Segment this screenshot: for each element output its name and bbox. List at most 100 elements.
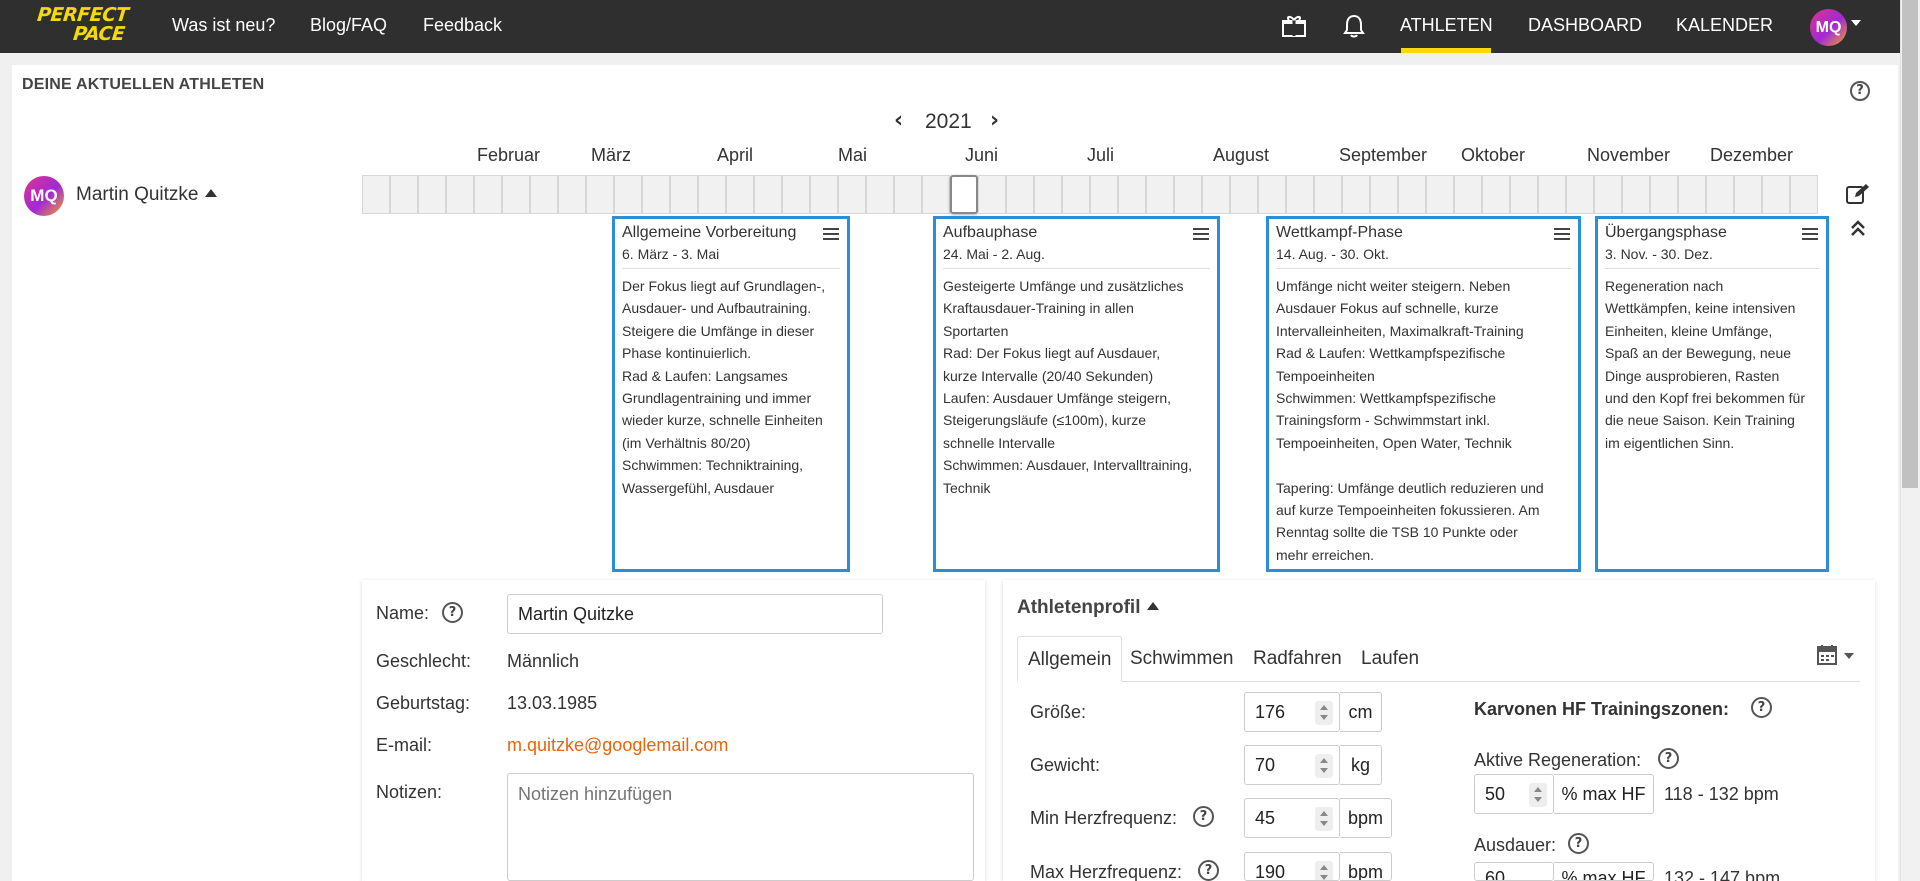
stepper-icon[interactable]: [1529, 783, 1547, 807]
week-cell[interactable]: [1034, 175, 1062, 214]
week-cell[interactable]: [726, 175, 754, 214]
week-cell[interactable]: [1090, 175, 1118, 214]
phase-card[interactable]: Übergangsphase 3. Nov. - 30. Dez. Regene…: [1595, 216, 1829, 572]
week-cell[interactable]: [586, 175, 614, 214]
notes-textarea[interactable]: [507, 773, 974, 881]
calendar-icon[interactable]: [1816, 644, 1840, 666]
week-cell[interactable]: [642, 175, 670, 214]
week-cell[interactable]: [1594, 175, 1622, 214]
perfect-pace-logo[interactable]: PERFECT PACE: [34, 4, 138, 48]
week-cell[interactable]: [1342, 175, 1370, 214]
week-cell[interactable]: [530, 175, 558, 214]
week-cell[interactable]: [362, 175, 390, 214]
week-cell[interactable]: [1258, 175, 1286, 214]
help-icon[interactable]: ?: [1193, 806, 1214, 827]
height-input[interactable]: 176: [1244, 692, 1340, 732]
week-cell[interactable]: [1174, 175, 1202, 214]
weight-input[interactable]: 70: [1244, 745, 1340, 785]
week-cell[interactable]: [754, 175, 782, 214]
nav-whats-new[interactable]: Was ist neu?: [172, 0, 275, 53]
week-cell[interactable]: [698, 175, 726, 214]
week-cell[interactable]: [1370, 175, 1398, 214]
help-icon[interactable]: ?: [1850, 81, 1870, 101]
week-cell[interactable]: [838, 175, 866, 214]
week-cell[interactable]: [978, 175, 1006, 214]
week-cell[interactable]: [1146, 175, 1174, 214]
athlete-avatar[interactable]: MQ: [24, 176, 64, 216]
stepper-icon[interactable]: [1315, 861, 1333, 880]
collapse-icon[interactable]: [1850, 220, 1866, 238]
week-cell[interactable]: [1230, 175, 1258, 214]
week-cell[interactable]: [1314, 175, 1342, 214]
nav-blog-faq[interactable]: Blog/FAQ: [310, 0, 387, 53]
week-cell[interactable]: [810, 175, 838, 214]
tab-allgemein[interactable]: Allgemein: [1017, 636, 1123, 682]
week-cell[interactable]: [1622, 175, 1650, 214]
min-hr-input[interactable]: 45: [1244, 798, 1340, 838]
tab-laufen[interactable]: Laufen: [1351, 636, 1429, 682]
help-icon[interactable]: ?: [1198, 860, 1219, 881]
week-cell[interactable]: [418, 175, 446, 214]
name-input[interactable]: [507, 594, 883, 634]
week-cell[interactable]: [1510, 175, 1538, 214]
zone-input[interactable]: 50: [1474, 774, 1554, 814]
stepper-icon[interactable]: [1315, 754, 1333, 778]
bell-icon[interactable]: [1343, 14, 1365, 38]
gift-icon[interactable]: [1281, 15, 1307, 37]
help-icon[interactable]: ?: [1568, 833, 1589, 854]
week-cell[interactable]: [558, 175, 586, 214]
week-cell[interactable]: [1706, 175, 1734, 214]
nav-athleten[interactable]: ATHLETEN: [1400, 0, 1493, 53]
week-cell[interactable]: [1118, 175, 1146, 214]
week-cell[interactable]: [866, 175, 894, 214]
week-cell[interactable]: [1650, 175, 1678, 214]
phase-card[interactable]: Allgemeine Vorbereitung 6. März - 3. Mai…: [612, 216, 850, 572]
week-cell[interactable]: [1454, 175, 1482, 214]
phase-card[interactable]: Wettkampf-Phase 14. Aug. - 30. Okt. Umfä…: [1266, 216, 1581, 572]
phase-card[interactable]: Aufbauphase 24. Mai - 2. Aug. Gesteigert…: [933, 216, 1220, 572]
week-cell[interactable]: [1006, 175, 1034, 214]
nav-dashboard[interactable]: DASHBOARD: [1528, 0, 1642, 53]
week-cell[interactable]: [614, 175, 642, 214]
week-cell[interactable]: [390, 175, 418, 214]
week-cell[interactable]: [1286, 175, 1314, 214]
menu-icon[interactable]: [1802, 228, 1818, 243]
stepper-icon[interactable]: [1315, 701, 1333, 725]
nav-kalender[interactable]: KALENDER: [1676, 0, 1773, 53]
week-cell[interactable]: [1734, 175, 1762, 214]
athlete-name[interactable]: Martin Quitzke: [76, 184, 198, 206]
stepper-icon[interactable]: [1315, 807, 1333, 831]
week-cell[interactable]: [1482, 175, 1510, 214]
week-cell[interactable]: [1202, 175, 1230, 214]
email-link[interactable]: m.quitzke@googlemail.com: [507, 735, 728, 756]
current-week-cell[interactable]: [950, 175, 978, 214]
menu-icon[interactable]: [1554, 228, 1570, 243]
tab-radfahren[interactable]: Radfahren: [1243, 636, 1352, 682]
week-cell[interactable]: [1762, 175, 1790, 214]
help-icon[interactable]: ?: [1658, 748, 1679, 769]
tab-schwimmen[interactable]: Schwimmen: [1120, 636, 1243, 682]
chevron-down-icon[interactable]: [1851, 20, 1861, 26]
week-cell[interactable]: [894, 175, 922, 214]
max-hr-input[interactable]: 190: [1244, 852, 1340, 881]
nav-feedback[interactable]: Feedback: [423, 0, 502, 53]
week-cell[interactable]: [782, 175, 810, 214]
menu-icon[interactable]: [823, 228, 839, 243]
week-cell[interactable]: [446, 175, 474, 214]
week-cell[interactable]: [1062, 175, 1090, 214]
week-cell[interactable]: [1538, 175, 1566, 214]
week-cell[interactable]: [922, 175, 950, 214]
chevron-down-icon[interactable]: [1844, 653, 1854, 659]
week-cell[interactable]: [670, 175, 698, 214]
chevron-left-icon[interactable]: ‹: [894, 108, 903, 133]
help-icon[interactable]: ?: [442, 602, 463, 623]
week-cell[interactable]: [1566, 175, 1594, 214]
week-cell[interactable]: [1790, 175, 1818, 214]
user-avatar[interactable]: MQ: [1810, 9, 1847, 46]
week-cell[interactable]: [1426, 175, 1454, 214]
week-cell[interactable]: [502, 175, 530, 214]
caret-up-icon[interactable]: [205, 189, 217, 197]
zone-input[interactable]: 60: [1474, 862, 1554, 881]
week-cell[interactable]: [1398, 175, 1426, 214]
help-icon[interactable]: ?: [1751, 697, 1772, 718]
